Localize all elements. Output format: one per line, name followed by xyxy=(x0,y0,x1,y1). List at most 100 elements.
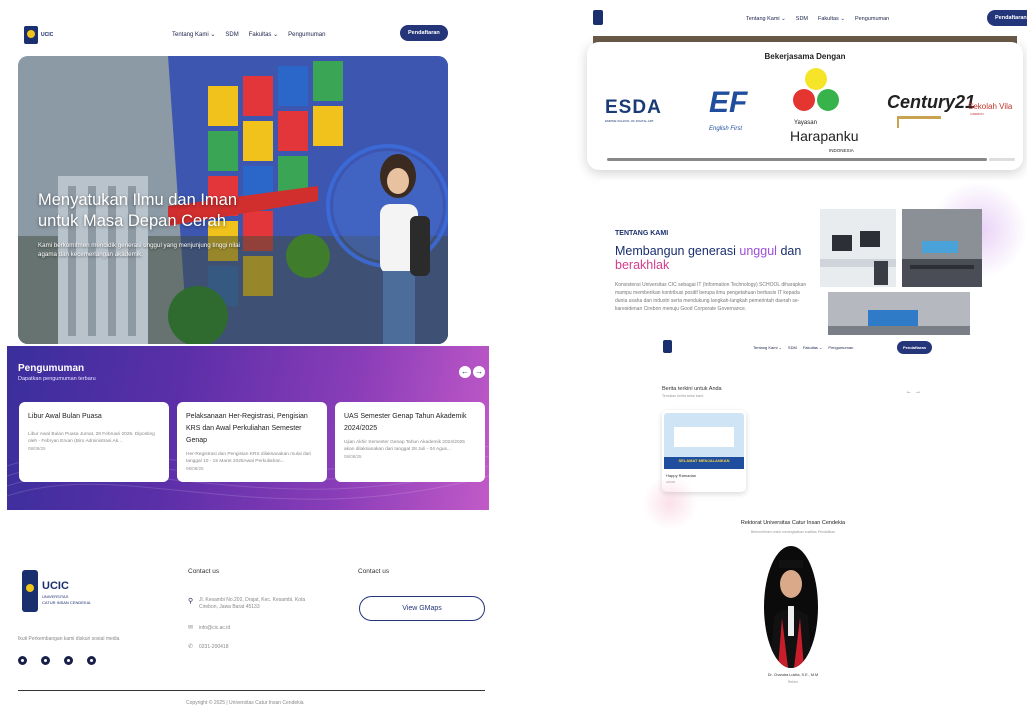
youtube-icon[interactable] xyxy=(41,656,50,665)
next-arrow-icon[interactable]: → xyxy=(473,366,485,378)
announcement-date: 08/08/25 xyxy=(186,466,204,471)
view-gmaps-button[interactable]: View GMaps xyxy=(359,596,485,621)
hero-banner: Menyatukan Ilmu dan Iman untuk Masa Depa… xyxy=(18,56,448,344)
pendaftaran-button[interactable]: Pendaftaran xyxy=(897,341,933,354)
rektor-subtitle: Berkomitmen untuk meningkatkan kualitas … xyxy=(750,530,836,534)
phone-icon: ✆ xyxy=(188,644,194,650)
rektor-photo xyxy=(764,546,818,668)
address-text: Jl. Kesambi No.202, Drajat, Kec. Kesambi… xyxy=(199,597,306,610)
announcement-title: UAS Semester Genap Tahun Akademik 2024/2… xyxy=(344,413,467,432)
tentang-body: Konsistensi Universitas CIC sebagai IT (… xyxy=(615,282,807,312)
sekolah-vila-logo: Sekolah Vila xyxy=(968,102,1013,111)
ucic-crest-icon xyxy=(22,570,38,612)
site-logo[interactable]: UCIC xyxy=(24,26,53,44)
ucic-logo-icon[interactable] xyxy=(593,10,603,25)
harapanku-text: Harapanku xyxy=(790,128,859,144)
century21-roof-icon xyxy=(897,116,941,128)
location-icon: ⚲ xyxy=(188,598,194,605)
yayasan-text: Yayasan xyxy=(794,120,817,126)
announcement-title: Libur Awal Bulan Puasa xyxy=(28,413,102,420)
copyright-text: Copyright © 2025 | Universitas Catur Ins… xyxy=(186,700,304,706)
nav-tentang-kami[interactable]: Tentang Kami ⌄ xyxy=(746,16,786,22)
berita-panel: Tentang Kami ⌄ SDM Fakultas ⌄ Pengumuman… xyxy=(600,338,1027,708)
footer: UCIC UNIVERSITAS CATUR INSAN CENDEKIA Ik… xyxy=(0,512,500,708)
title-part-2: dan xyxy=(780,244,802,258)
lab-photo-3 xyxy=(828,292,970,335)
nav-sdm[interactable]: SDM xyxy=(788,345,797,350)
partners-card: Bekerjasama Dengan ESDA EMPIRE SCHOOL OF… xyxy=(587,42,1023,170)
main-nav: Tentang Kami ⌄ SDM Fakultas ⌄ Pengumuman xyxy=(753,345,853,350)
main-nav: Tentang Kami ⌄ SDM Fakultas ⌄ Pengumuman xyxy=(746,16,889,22)
instagram-icon[interactable] xyxy=(18,656,27,665)
nav-pengumuman[interactable]: Pengumuman xyxy=(855,16,889,22)
main-nav: Tentang Kami ⌄ SDM Fakultas ⌄ Pengumuman xyxy=(172,31,325,39)
prev-arrow-icon[interactable]: ← xyxy=(906,389,912,395)
announcement-body: Libur Awal Bulan Puasa Jumat, 28 Februar… xyxy=(28,432,155,444)
ucic-logo-icon xyxy=(24,26,38,44)
announcement-card[interactable]: UAS Semester Genap Tahun Akademik 2024/2… xyxy=(335,402,485,482)
pengumuman-subtitle: Dapatkan pengumuman terbaru xyxy=(18,376,96,382)
rektor-role: Rektor xyxy=(787,680,799,684)
nav-sdm[interactable]: SDM xyxy=(225,32,238,38)
partners-scrollbar[interactable] xyxy=(607,158,987,161)
nav-tentang-kami[interactable]: Tentang Kami ⌄ xyxy=(172,31,215,38)
tentang-title: Membangun generasi unggul dan berakhlak xyxy=(615,244,825,272)
mail-icon: ✉ xyxy=(188,625,194,631)
contact-heading: Contact us xyxy=(188,568,220,575)
rektor-name: Dr. Chandra Lukita, S.E., M.M xyxy=(767,673,819,677)
social-caption: Ikuti Perkembangan kami diskuri sosial m… xyxy=(18,636,120,642)
ucic-logo-icon[interactable] xyxy=(663,340,672,353)
prev-arrow-icon[interactable]: ← xyxy=(459,366,471,378)
nav-fakultas[interactable]: Fakultas ⌄ xyxy=(818,16,845,22)
announcement-title: Pelaksanaan Her-Registrasi, Pengisian KR… xyxy=(186,413,308,444)
contact-heading-2: Contact us xyxy=(358,568,390,575)
announcement-body: Her-Registrasi dan Pengisian KRS dilaksa… xyxy=(186,452,312,464)
phone-text[interactable]: 0231-200418 xyxy=(199,644,228,651)
nav-pengumuman[interactable]: Pengumuman xyxy=(288,32,325,38)
berita-title: Berita terkini untuk Anda xyxy=(662,386,722,392)
pendaftaran-button[interactable]: Pendaftaran xyxy=(987,10,1027,26)
email-text[interactable]: info@cic.ac.id xyxy=(199,625,230,632)
indonesia-text: INDONESIA xyxy=(829,148,854,153)
partners-panel: Tentang Kami ⌄ SDM Fakultas ⌄ Pengumuman… xyxy=(583,0,1027,175)
partners-heading: Bekerjasama Dengan xyxy=(764,52,846,61)
announcement-card[interactable]: Pelaksanaan Her-Registrasi, Pengisian KR… xyxy=(177,402,327,482)
lab-photo-2 xyxy=(902,209,982,287)
title-highlight: unggul xyxy=(739,244,777,258)
hero-title: Menyatukan Ilmu dan Iman untuk Masa Depa… xyxy=(38,191,238,230)
news-card-banner-text: SELAMAT MENJALANKAN xyxy=(678,458,730,463)
partners-scrollbar-track xyxy=(989,158,1015,161)
ef-logo: EF xyxy=(709,86,748,119)
nav-fakultas[interactable]: Fakultas ⌄ xyxy=(249,31,278,38)
nav-fakultas[interactable]: Fakultas ⌄ xyxy=(803,345,823,350)
title-part-3: berakhlak xyxy=(615,258,670,272)
footer-logo-title: UCIC xyxy=(42,580,69,592)
ef-sub: English First xyxy=(709,126,743,132)
title-part-1: Membangun generasi xyxy=(615,244,736,258)
century21-logo: Century21 xyxy=(887,92,976,112)
berita-subtitle: Temukan berita seksi kami xyxy=(662,394,704,398)
footer-logo-sub1: UNIVERSITAS xyxy=(42,594,69,599)
logo-text: UCIC xyxy=(41,32,54,38)
announcement-body: Ujian Akhir Semester Genap Tahun Akademi… xyxy=(344,440,465,452)
lab-photo-1 xyxy=(820,209,896,287)
sekolah-vila-sub: CIREBON xyxy=(970,112,984,116)
harapanku-logo-icon xyxy=(793,68,839,111)
tentang-panel: TENTANG KAMI Membangun generasi unggul d… xyxy=(600,180,1027,335)
esda-logo: ESDA xyxy=(605,97,662,118)
next-arrow-icon[interactable]: → xyxy=(915,389,921,395)
nav-pengumuman[interactable]: Pengumuman xyxy=(828,345,853,350)
facebook-icon[interactable] xyxy=(87,656,96,665)
announcement-date: 08/08/25 xyxy=(28,446,46,451)
pendaftaran-button[interactable]: Pendaftaran xyxy=(400,25,448,41)
tentang-label: TENTANG KAMI xyxy=(615,230,669,237)
pengumuman-title: Pengumuman xyxy=(18,363,85,374)
announcement-card[interactable]: Libur Awal Bulan Puasa Libur Awal Bulan … xyxy=(19,402,169,482)
announcement-date: 08/08/25 xyxy=(344,454,362,459)
esda-sub: EMPIRE SCHOOL OF DIGITAL ART xyxy=(605,119,654,123)
footer-divider xyxy=(18,690,485,691)
footer-logo-sub2: CATUR INSAN CENDEKIA xyxy=(42,600,91,605)
nav-tentang-kami[interactable]: Tentang Kami ⌄ xyxy=(753,345,782,350)
tiktok-icon[interactable] xyxy=(64,656,73,665)
nav-sdm[interactable]: SDM xyxy=(796,16,808,22)
